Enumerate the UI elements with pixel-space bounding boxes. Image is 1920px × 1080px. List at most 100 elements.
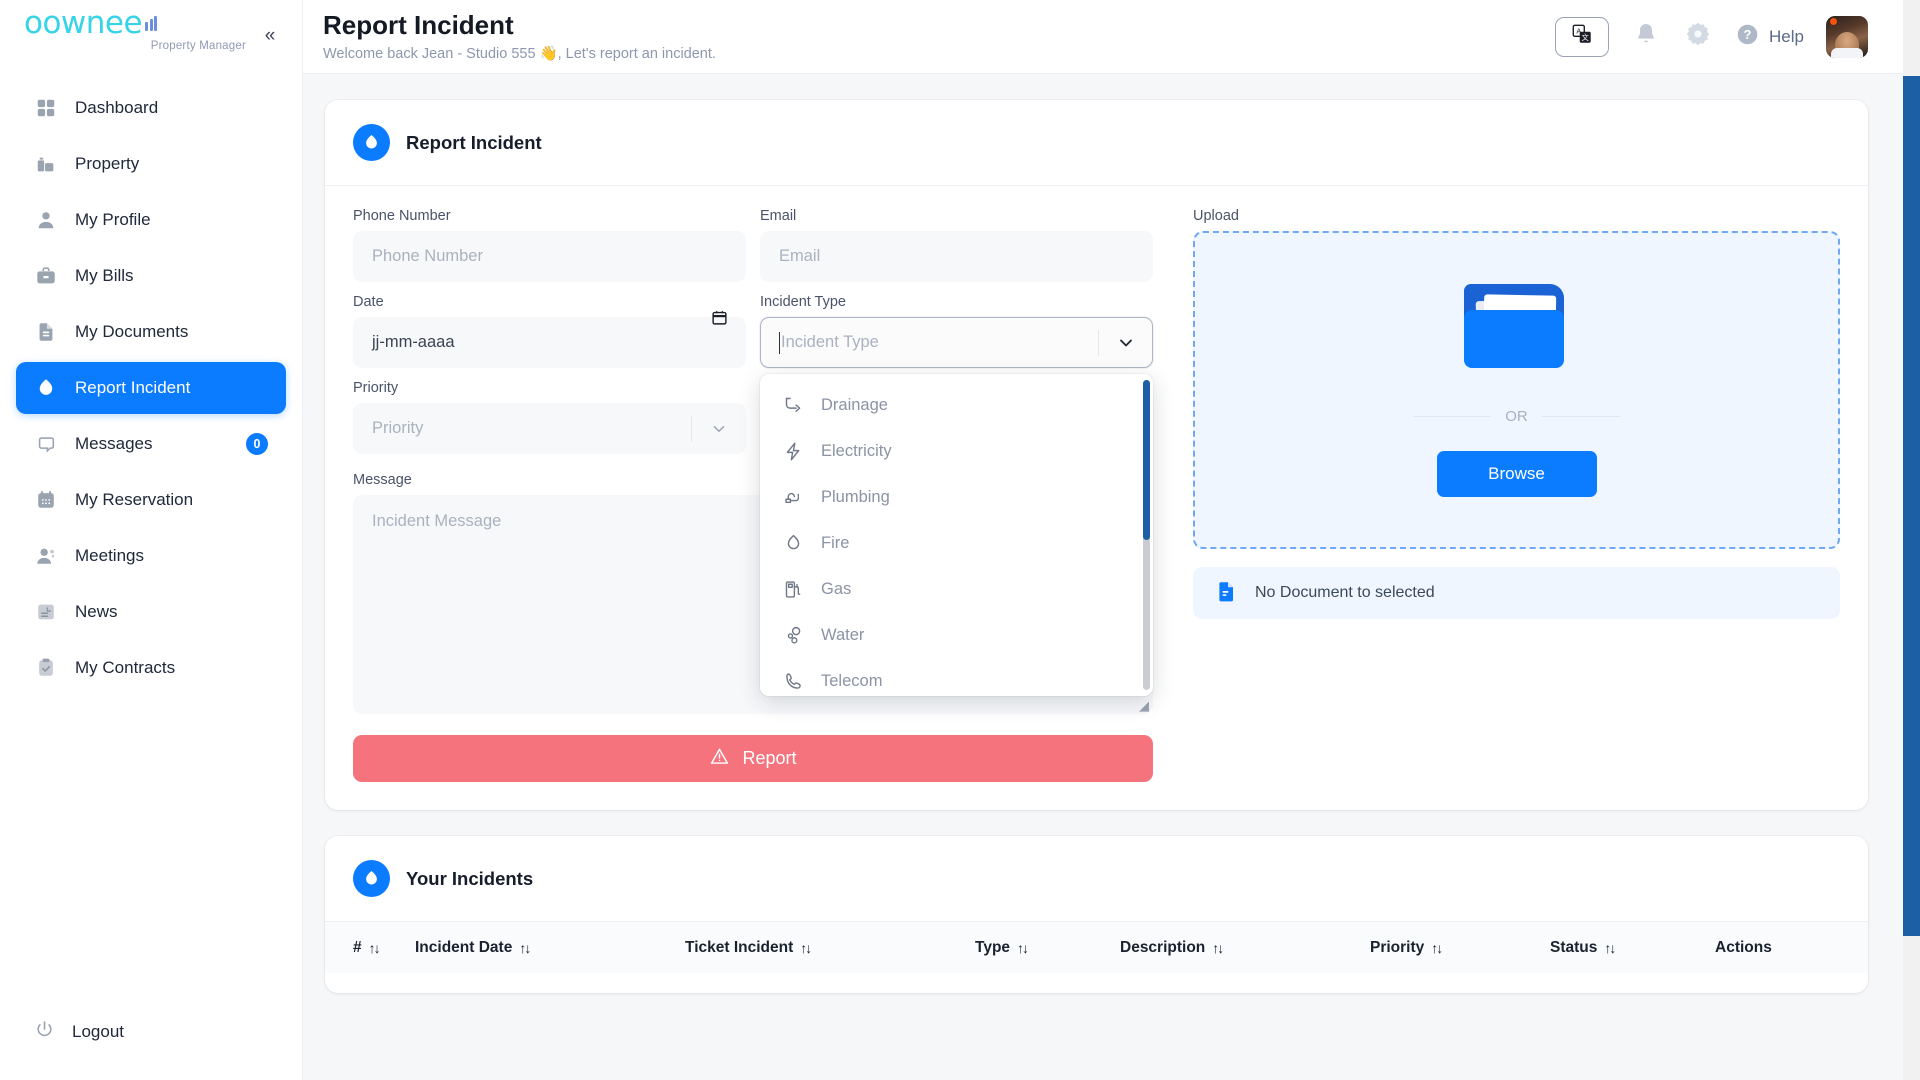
- sidebar-item-my-profile[interactable]: My Profile: [16, 194, 286, 246]
- sidebar-item-my-documents[interactable]: My Documents: [16, 306, 286, 358]
- sort-icon: ↑↓: [368, 939, 381, 956]
- column-header-priority[interactable]: Priority ↑↓: [1370, 939, 1550, 957]
- report-submit-button[interactable]: Report: [353, 735, 1153, 782]
- option-fire[interactable]: Fire: [760, 520, 1153, 566]
- sidebar-collapse-button[interactable]: «: [256, 22, 284, 50]
- bolt-icon: [782, 440, 804, 462]
- or-label: OR: [1505, 407, 1528, 425]
- page-title: Report Incident: [323, 10, 514, 41]
- flame-icon: [353, 124, 390, 161]
- option-telecom[interactable]: Telecom: [760, 658, 1153, 696]
- sidebar-item-label: My Profile: [75, 210, 151, 229]
- priority-select[interactable]: Priority: [353, 403, 746, 454]
- sidebar-item-messages[interactable]: Messages 0: [16, 418, 286, 470]
- sidebar-item-label: News: [75, 602, 118, 621]
- column-header-ticket-incident[interactable]: Ticket Incident ↑↓: [685, 939, 975, 957]
- sidebar-item-my-bills[interactable]: My Bills: [16, 250, 286, 302]
- option-drainage[interactable]: Drainage: [760, 382, 1153, 428]
- sort-icon: ↑↓: [1017, 939, 1029, 956]
- option-label: Gas: [821, 579, 852, 598]
- email-input[interactable]: [760, 231, 1153, 282]
- column-header-description[interactable]: Description ↑↓: [1120, 939, 1370, 957]
- option-electricity[interactable]: Electricity: [760, 428, 1153, 474]
- sidebar-item-my-reservation[interactable]: My Reservation: [16, 474, 286, 526]
- sidebar-item-my-contracts[interactable]: My Contracts: [16, 642, 286, 694]
- sidebar-item-meetings[interactable]: Meetings: [16, 530, 286, 582]
- dropdown-scrollbar-thumb[interactable]: [1143, 380, 1150, 540]
- main-content: Report Incident Welcome back Jean - Stud…: [303, 0, 1920, 1080]
- sort-icon: ↑↓: [519, 939, 531, 956]
- form-right-column: Upload OR Browse No Document to selected: [1193, 208, 1840, 782]
- column-header-incident-date[interactable]: Incident Date ↑↓: [415, 939, 685, 957]
- option-label: Fire: [821, 533, 850, 552]
- incident-type-placeholder: Incident Type: [781, 333, 879, 351]
- column-label: Actions: [1715, 938, 1772, 956]
- users-icon: [34, 544, 58, 568]
- sidebar-item-label: Meetings: [75, 546, 144, 565]
- card-title: Your Incidents: [406, 867, 534, 889]
- flame-icon: [353, 860, 390, 897]
- notifications-button[interactable]: [1631, 22, 1661, 52]
- translate-button[interactable]: A文: [1555, 16, 1610, 57]
- incident-form: Phone Number Email Date: [325, 186, 1868, 810]
- brand-tagline: Property Manager: [150, 40, 246, 52]
- chevron-down-icon[interactable]: [1098, 329, 1152, 356]
- browse-button[interactable]: Browse: [1436, 450, 1597, 497]
- user-icon: [34, 208, 58, 232]
- form-left-column: Phone Number Email Date: [353, 208, 1153, 782]
- option-gas[interactable]: Gas: [760, 566, 1153, 612]
- report-incident-card: Report Incident Phone Number Email: [325, 100, 1868, 810]
- app-root: oownee Property Manager « Dashboard Prop…: [0, 0, 1920, 1080]
- sidebar-item-property[interactable]: Property: [16, 138, 286, 190]
- logout-label: Logout: [72, 1022, 124, 1041]
- column-header-number[interactable]: # ↑↓: [325, 939, 415, 957]
- incident-type-dropdown[interactable]: Drainage Electricity Plumbing Fire Gas W…: [760, 374, 1153, 696]
- option-label: Telecom: [821, 671, 883, 690]
- page-header: Report Incident Welcome back Jean - Stud…: [323, 10, 1555, 62]
- chevron-down-icon[interactable]: [691, 415, 745, 442]
- avatar[interactable]: [1826, 15, 1868, 58]
- column-header-status[interactable]: Status ↑↓: [1550, 939, 1715, 957]
- option-label: Drainage: [821, 395, 888, 414]
- upload-status: No Document to selected: [1193, 567, 1840, 619]
- phone-field-group: Phone Number: [353, 208, 746, 282]
- warning-triangle-icon: [709, 746, 730, 772]
- upload-label: Upload: [1193, 208, 1239, 224]
- logo[interactable]: oownee Property Manager: [24, 8, 256, 53]
- column-label: Description: [1120, 938, 1206, 956]
- your-incidents-card-header: Your Incidents: [325, 836, 1868, 921]
- priority-field-group: Priority Priority: [353, 380, 746, 454]
- help-button[interactable]: ? Help: [1735, 22, 1804, 52]
- logout-button[interactable]: Logout: [0, 1006, 302, 1058]
- sidebar-item-label: My Bills: [75, 266, 134, 285]
- question-circle-icon: ?: [1735, 22, 1760, 52]
- text-cursor: [779, 331, 780, 354]
- file-icon: [1215, 579, 1239, 608]
- option-water[interactable]: Water: [760, 612, 1153, 658]
- scroll-area: Report Incident Phone Number Email: [303, 74, 1920, 1080]
- clipboard-check-icon: [34, 656, 58, 680]
- flame-outline-icon: [782, 532, 804, 554]
- column-label: Incident Date: [415, 938, 513, 956]
- incident-type-select[interactable]: Incident Type: [760, 317, 1153, 368]
- date-field-group: Date jj-mm-aaaa: [353, 294, 746, 368]
- dropdown-scrollbar[interactable]: [1143, 380, 1150, 690]
- page-scrollbar[interactable]: [1903, 0, 1920, 1080]
- sidebar-item-news[interactable]: News: [16, 586, 286, 638]
- power-icon: [34, 1019, 55, 1045]
- date-label: Date: [353, 294, 384, 310]
- brand-row: oownee Property Manager «: [0, 0, 302, 58]
- incident-type-field-group: Incident Type Incident Type Drainage Ele…: [760, 294, 1153, 696]
- sidebar-item-dashboard[interactable]: Dashboard: [16, 82, 286, 134]
- column-header-type[interactable]: Type ↑↓: [975, 939, 1120, 957]
- date-input[interactable]: jj-mm-aaaa: [353, 317, 746, 368]
- settings-button[interactable]: [1683, 22, 1713, 52]
- option-plumbing[interactable]: Plumbing: [760, 474, 1153, 520]
- page-scrollbar-thumb[interactable]: [1903, 76, 1920, 936]
- sort-icon: ↑↓: [1431, 939, 1443, 956]
- svg-text:文: 文: [1582, 33, 1590, 42]
- upload-dropzone[interactable]: OR Browse: [1193, 231, 1840, 549]
- phone-input[interactable]: [353, 231, 746, 282]
- sidebar-item-report-incident[interactable]: Report Incident: [16, 362, 286, 414]
- water-drops-icon: [782, 624, 804, 646]
